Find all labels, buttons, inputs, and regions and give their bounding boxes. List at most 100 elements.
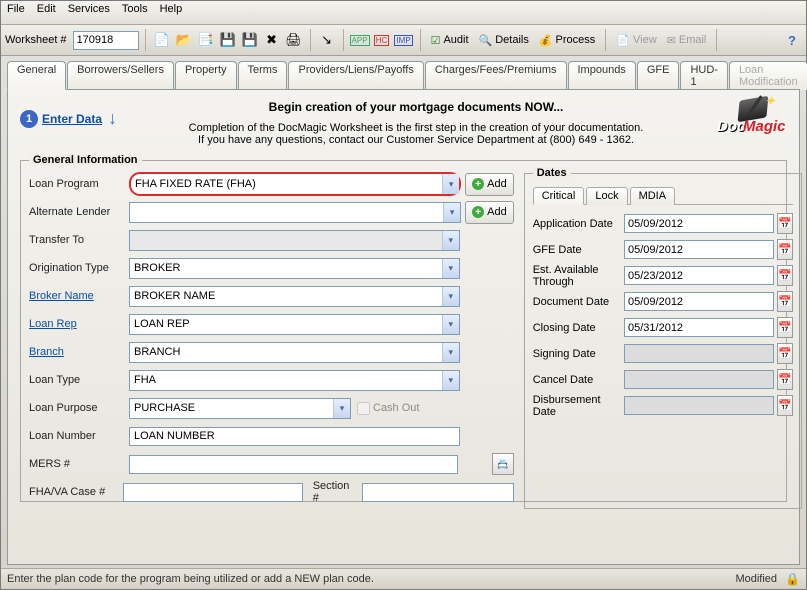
date-input [624, 370, 774, 389]
section-input[interactable] [362, 483, 514, 502]
date-input[interactable] [624, 318, 774, 337]
loan-program-add-button[interactable]: +Add [465, 173, 514, 196]
lookup-icon: 📇 [497, 459, 508, 470]
calendar-icon[interactable]: 📅 [777, 213, 793, 234]
down-arrow-icon: ↓ [108, 108, 117, 129]
print-icon[interactable]: 🖨 [284, 30, 304, 50]
date-label: Closing Date [533, 322, 624, 334]
mers-lookup-button[interactable]: 📇 [492, 453, 514, 475]
chevron-down-icon[interactable]: ▾ [443, 203, 460, 222]
date-input[interactable] [624, 214, 774, 233]
calendar-icon[interactable]: 📅 [777, 317, 793, 338]
tab-borrowers[interactable]: Borrowers/Sellers [67, 61, 174, 90]
tab-critical[interactable]: Critical [533, 187, 585, 205]
date-row: Application Date📅 [533, 213, 793, 234]
origination-type-combo[interactable]: BROKER▾ [129, 258, 460, 279]
calendar-icon[interactable]: 📅 [777, 343, 793, 364]
hc-icon[interactable]: HC [372, 30, 392, 50]
loan-type-combo[interactable]: FHA▾ [129, 370, 460, 391]
calendar-icon[interactable]: 📅 [777, 369, 793, 390]
date-input[interactable] [624, 240, 774, 259]
new-icon[interactable]: 📄 [152, 30, 172, 50]
form-left-column: Loan Program FHA FIXED RATE (FHA)▾ +Add … [29, 173, 514, 509]
date-input[interactable] [624, 266, 774, 285]
audit-button[interactable]: ☑Audit [427, 30, 473, 50]
transfer-to-label: Transfer To [29, 234, 129, 246]
transfer-to-combo: ▾ [129, 230, 460, 251]
calendar-icon[interactable]: 📅 [777, 239, 793, 260]
fhava-input[interactable] [123, 483, 303, 502]
tab-terms[interactable]: Terms [238, 61, 288, 90]
chevron-down-icon[interactable]: ▾ [442, 259, 459, 278]
alt-lender-add-button[interactable]: +Add [465, 201, 514, 224]
delete-icon[interactable]: ✖ [262, 30, 282, 50]
tab-charges[interactable]: Charges/Fees/Premiums [425, 61, 567, 90]
tab-lock[interactable]: Lock [586, 187, 627, 205]
app-icon[interactable]: APP [350, 30, 370, 50]
tab-impounds[interactable]: Impounds [568, 61, 636, 90]
save-icon[interactable]: 💾 [218, 30, 238, 50]
calendar-icon[interactable]: 📅 [777, 395, 793, 416]
calendar-icon[interactable]: 📅 [777, 265, 793, 286]
loan-program-combo[interactable]: FHA FIXED RATE (FHA)▾ [129, 172, 461, 196]
menu-tools[interactable]: Tools [122, 3, 148, 22]
tab-providers[interactable]: Providers/Liens/Payoffs [288, 61, 423, 90]
loan-number-input[interactable] [129, 427, 460, 446]
date-input[interactable] [624, 292, 774, 311]
intro-line1: Completion of the DocMagic Worksheet is … [127, 122, 705, 134]
email-button: ✉Email [663, 30, 711, 50]
broker-name-combo[interactable]: BROKER NAME▾ [129, 286, 460, 307]
menu-edit[interactable]: Edit [37, 3, 56, 22]
date-row: Signing Date 📅 [533, 343, 793, 364]
toolbar-separator [343, 29, 344, 51]
date-label: Signing Date [533, 348, 624, 360]
calendar-icon[interactable]: 📅 [777, 291, 793, 312]
date-label: GFE Date [533, 244, 624, 256]
mail-icon: ✉ [667, 34, 676, 47]
broker-name-link[interactable]: Broker Name [29, 290, 129, 302]
menu-help[interactable]: Help [160, 3, 183, 22]
date-row: Closing Date 📅 [533, 317, 793, 338]
chevron-down-icon[interactable]: ▾ [442, 287, 459, 306]
loan-rep-combo[interactable]: LOAN REP▾ [129, 314, 460, 335]
chevron-down-icon[interactable]: ▾ [333, 399, 350, 418]
date-row: Est. Available Through📅 [533, 265, 793, 286]
menu-file[interactable]: File [7, 3, 25, 22]
enter-data-badge[interactable]: 1 Enter Data ↓ [20, 108, 117, 129]
toolbar: Worksheet # 📄 📂 📑 💾 💾 ✖ 🖨 ↘ APP HC IMP ☑… [1, 25, 806, 56]
docmagic-logo: ✦ DocMagic [715, 100, 787, 148]
worksheet-number-input[interactable] [73, 31, 139, 50]
mers-input[interactable] [129, 455, 458, 474]
tab-hud1[interactable]: HUD-1 [680, 61, 728, 90]
section-label: Section # [313, 480, 356, 504]
tab-mdia[interactable]: MDIA [630, 187, 676, 205]
save-as-icon[interactable]: 💾 [240, 30, 260, 50]
chevron-down-icon[interactable]: ▾ [442, 315, 459, 334]
chevron-down-icon[interactable]: ▾ [442, 371, 459, 390]
menu-bar: File Edit Services Tools Help [1, 1, 806, 25]
branch-combo[interactable]: BRANCH▾ [129, 342, 460, 363]
export-icon[interactable]: ↘ [317, 30, 337, 50]
details-button[interactable]: 🔍Details [475, 30, 533, 50]
tab-general[interactable]: General [7, 61, 66, 90]
tab-gfe[interactable]: GFE [637, 61, 680, 90]
chevron-down-icon[interactable]: ▾ [442, 174, 459, 194]
check-icon: ☑ [431, 34, 441, 47]
enter-data-link[interactable]: Enter Data [42, 112, 102, 126]
tab-property[interactable]: Property [175, 61, 237, 90]
imp-icon[interactable]: IMP [394, 30, 414, 50]
help-icon[interactable]: ? [782, 30, 802, 50]
menu-services[interactable]: Services [68, 3, 110, 22]
open-icon[interactable]: 📂 [174, 30, 194, 50]
process-button[interactable]: 💰Process [535, 30, 599, 50]
prev-icon[interactable]: 📑 [196, 30, 216, 50]
loan-purpose-combo[interactable]: PURCHASE▾ [129, 398, 351, 419]
intro-title: Begin creation of your mortgage document… [127, 100, 705, 114]
date-row: Disbursement Date📅 [533, 395, 793, 416]
loan-number-label: Loan Number [29, 430, 129, 442]
alt-lender-combo[interactable]: ▾ [129, 202, 461, 223]
loan-rep-link[interactable]: Loan Rep [29, 318, 129, 330]
chevron-down-icon[interactable]: ▾ [442, 343, 459, 362]
branch-link[interactable]: Branch [29, 346, 129, 358]
general-information-legend: General Information [29, 154, 142, 166]
